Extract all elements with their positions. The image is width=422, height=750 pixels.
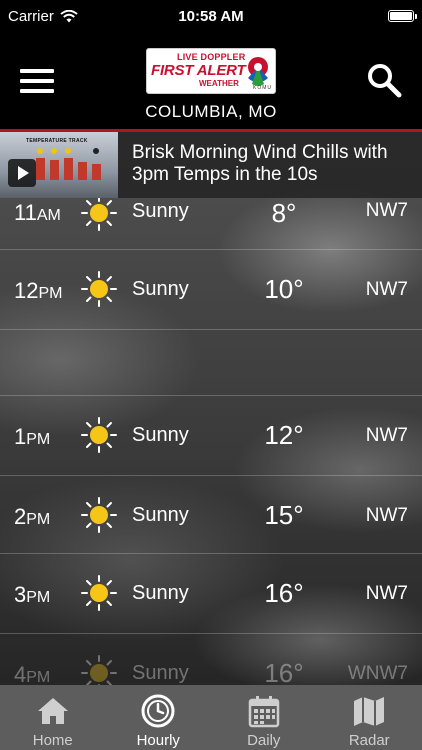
wind-value: NW7 xyxy=(365,279,408,300)
calendar-icon xyxy=(248,696,279,728)
status-bar: Carrier 10:58 AM xyxy=(0,0,422,32)
sunny-icon xyxy=(81,271,117,307)
status-time: 10:58 AM xyxy=(178,7,244,25)
carrier-label: Carrier xyxy=(8,7,54,25)
wind-value: NW7 xyxy=(365,583,408,604)
sunny-icon xyxy=(81,575,117,611)
condition-label: Sunny xyxy=(132,582,189,604)
clock-icon xyxy=(141,694,175,728)
tab-label: Home xyxy=(32,732,73,749)
logo-line-2: FIRST ALERT xyxy=(151,62,246,79)
tab-label: Daily xyxy=(247,732,281,749)
wind-value: NW7 xyxy=(365,200,408,221)
condition-label: Sunny xyxy=(132,424,189,446)
first-alert-weather-logo: LIVE DOPPLER FIRST ALERT WEATHER KOMU xyxy=(146,48,276,94)
condition-label: Sunny xyxy=(132,200,189,222)
play-icon[interactable] xyxy=(8,159,36,187)
logo-line-3: WEATHER xyxy=(199,79,239,88)
wind-value: WNW7 xyxy=(347,663,408,684)
condition-label: Sunny xyxy=(132,278,189,300)
empty-row xyxy=(0,330,422,396)
condition-label: Sunny xyxy=(132,662,189,684)
temperature-value: 10° xyxy=(264,274,304,304)
wind-value: NW7 xyxy=(365,505,408,526)
hour-time: 11AM xyxy=(14,200,61,225)
map-icon xyxy=(354,697,385,726)
wind-value: NW7 xyxy=(365,425,408,446)
tab-radar[interactable]: Radar xyxy=(317,685,422,750)
tab-daily[interactable]: Daily xyxy=(211,685,317,750)
sunny-icon xyxy=(81,417,117,453)
menu-button[interactable] xyxy=(20,69,54,93)
hour-time: 12PM xyxy=(14,278,63,303)
sunny-icon xyxy=(81,497,117,533)
hour-row: 1PM Sunny 12° NW7 xyxy=(0,396,422,476)
hour-time: 3PM xyxy=(14,582,51,607)
logo-line-4: KOMU xyxy=(253,85,272,91)
thumbnail-title: TEMPERATURE TRACK xyxy=(26,138,88,144)
tab-home[interactable]: Home xyxy=(0,685,106,750)
home-icon xyxy=(37,698,68,724)
hour-row: 3PM Sunny 16° NW7 xyxy=(0,554,422,634)
logo-line-1: LIVE DOPPLER xyxy=(177,52,246,62)
wifi-icon xyxy=(60,9,78,22)
hour-row: 2PM Sunny 15° NW7 xyxy=(0,476,422,554)
status-left: Carrier xyxy=(8,8,148,25)
temperature-value: 12° xyxy=(264,420,304,450)
story-headline[interactable]: Brisk Morning Wind Chills with 3pm Temps… xyxy=(132,142,412,186)
tab-label: Radar xyxy=(348,732,390,749)
app-header: LIVE DOPPLER FIRST ALERT WEATHER KOMU CO… xyxy=(0,32,422,132)
tab-hourly[interactable]: Hourly xyxy=(106,685,212,750)
hour-time: 2PM xyxy=(14,504,51,529)
battery-icon xyxy=(388,10,417,22)
condition-label: Sunny xyxy=(132,504,189,526)
location-label[interactable]: COLUMBIA, MO xyxy=(0,102,422,122)
hour-row: 12PM Sunny 10° NW7 xyxy=(0,250,422,330)
hour-row: 11AM Sunny 8° NW7 xyxy=(0,195,422,250)
search-icon[interactable] xyxy=(366,62,402,98)
video-story-banner[interactable]: TEMPERATURE TRACK Brisk Morning Wind Chi… xyxy=(0,132,422,198)
temperature-value: 8° xyxy=(271,198,297,228)
temperature-value: 15° xyxy=(264,500,304,530)
tab-label: Hourly xyxy=(136,732,180,749)
status-right xyxy=(274,10,417,22)
temperature-value: 16° xyxy=(264,578,304,608)
bottom-tab-bar: Home Hourly Daily Radar xyxy=(0,685,422,750)
video-thumbnail[interactable]: TEMPERATURE TRACK xyxy=(0,132,118,198)
sunny-icon xyxy=(81,195,117,231)
hour-time: 1PM xyxy=(14,424,51,449)
